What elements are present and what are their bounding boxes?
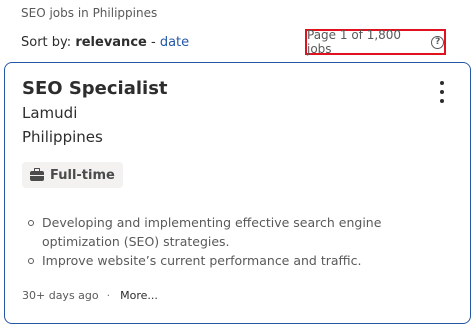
job-search-results: SEO jobs in Philippines Sort by: relevan… <box>0 0 475 328</box>
sort-relevance-option[interactable]: relevance <box>75 35 147 50</box>
sort-bar: Sort by: relevance - date <box>21 35 189 50</box>
search-breadcrumb: SEO jobs in Philippines <box>21 6 158 20</box>
page-count-text: Page 1 of 1,800 jobs <box>307 28 402 56</box>
snippet-item: Developing and implementing effective se… <box>22 213 442 251</box>
more-options-icon[interactable] <box>437 81 447 103</box>
more-options-dot <box>440 90 444 94</box>
more-options-dot <box>440 81 444 85</box>
posted-date: 30+ days ago <box>22 289 99 302</box>
page-count-box: Page 1 of 1,800 jobs ? <box>305 28 446 56</box>
meta-separator: · <box>106 289 111 302</box>
job-type-badge: Full-time <box>22 162 123 188</box>
sort-separator: - <box>150 35 156 50</box>
job-snippet: Developing and implementing effective se… <box>22 213 442 270</box>
more-options-dot <box>440 99 444 103</box>
sort-date-link[interactable]: date <box>160 35 189 50</box>
job-card[interactable]: SEO Specialist Lamudi Philippines Full-t… <box>4 62 471 324</box>
job-meta: 30+ days ago · More... <box>22 289 158 302</box>
snippet-item: Improve website’s current performance an… <box>22 251 442 270</box>
job-title[interactable]: SEO Specialist <box>22 78 168 99</box>
job-type-label: Full-time <box>50 167 115 183</box>
job-location: Philippines <box>22 128 103 146</box>
briefcase-icon <box>30 168 44 181</box>
company-name: Lamudi <box>22 104 78 122</box>
sort-prefix: Sort by: <box>21 35 72 50</box>
help-icon[interactable]: ? <box>431 35 444 49</box>
more-link[interactable]: More... <box>120 289 158 302</box>
